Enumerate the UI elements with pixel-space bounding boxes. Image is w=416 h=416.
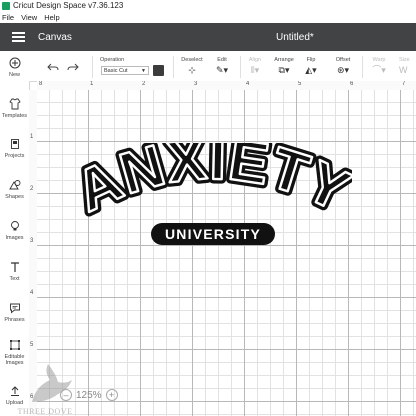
zoom-control: – 125% + (60, 389, 118, 401)
zoom-in-button[interactable]: + (105, 389, 118, 401)
ruler-number: 3 (194, 81, 198, 87)
sidebar-item-templates[interactable]: Templates (0, 98, 29, 119)
redo-icon (66, 62, 80, 74)
app-header: Canvas Untitled* (0, 23, 416, 51)
undo-button[interactable] (46, 58, 60, 74)
ruler-number: 4 (30, 290, 34, 296)
lightbulb-icon (0, 220, 29, 233)
ruler-number: 8 (39, 81, 43, 87)
edit-label: Edit (217, 57, 227, 63)
menu-file[interactable]: File (2, 12, 14, 23)
text-icon (0, 261, 29, 274)
chevron-down-icon: ▼ (141, 68, 146, 74)
offset-button[interactable]: Offset ⊛▾ (330, 51, 356, 75)
align-icon: ⫴▾ (250, 65, 260, 75)
toolbar-divider (240, 56, 241, 78)
projects-icon (0, 138, 29, 151)
window-title: Cricut Design Space v7.36.123 (13, 1, 124, 10)
sidebar-item-label: Shapes (5, 194, 24, 200)
ruler-number: 5 (298, 81, 302, 87)
flip-button[interactable]: Flip ◭▾ (300, 51, 322, 75)
edit-button[interactable]: Edit ✎▾ (210, 51, 234, 75)
ruler-number: 3 (30, 238, 34, 244)
undo-icon (46, 62, 60, 74)
ruler-number: 5 (30, 342, 34, 348)
design-artwork[interactable]: ANXIETY ANXIETY UNIVERSITY (74, 143, 352, 253)
toolbar-divider (362, 56, 363, 78)
warp-label: Warp (372, 57, 386, 63)
sidebar-item-images[interactable]: Images (0, 220, 29, 241)
ruler-number: 2 (30, 186, 34, 192)
menu-bar: File View Help (0, 12, 416, 23)
speech-bubble-icon (0, 302, 29, 315)
operation-select[interactable]: Basic Cut ▼ (101, 66, 149, 75)
arrange-label: Arrange (274, 57, 294, 63)
ruler-number: 6 (350, 81, 354, 87)
menu-help[interactable]: Help (44, 12, 59, 23)
ruler-number: 7 (402, 81, 406, 87)
watermark-text: THREE DOVE (17, 407, 73, 416)
design-canvas[interactable] (37, 90, 416, 416)
offset-icon: ⊛▾ (336, 65, 350, 75)
sidebar-item-phrases[interactable]: Phrases (0, 302, 29, 323)
color-swatch[interactable] (153, 65, 164, 76)
headline-text: ANXIETY (74, 143, 352, 224)
offset-label: Offset (335, 57, 351, 63)
menu-view[interactable]: View (21, 12, 37, 23)
operation-value: Basic Cut (104, 68, 128, 74)
sidebar-item-projects[interactable]: Projects (0, 138, 29, 159)
align-label: Align (248, 57, 262, 63)
deselect-label: Deselect (181, 57, 203, 63)
warp-icon: ⌒▾ (372, 65, 386, 75)
flip-label: Flip (306, 57, 316, 63)
sidebar-item-label: Templates (1, 113, 28, 119)
warp-button[interactable]: Warp ⌒▾ (368, 51, 390, 75)
pencil-icon: ✎▾ (215, 65, 229, 75)
section-title: Canvas (38, 31, 72, 43)
sidebar-item-new[interactable]: New (0, 57, 29, 78)
redo-button[interactable] (66, 58, 80, 74)
sidebar-item-label: Images (5, 235, 24, 241)
ruler-number: 1 (30, 134, 34, 140)
sidebar-item-text[interactable]: Text (0, 261, 29, 282)
sidebar-item-label: New (8, 72, 20, 78)
sidebar-item-label: Phrases (4, 317, 25, 323)
sidebar-item-label: Projects (4, 153, 25, 159)
align-button[interactable]: Align ⫴▾ (244, 51, 266, 75)
ruler-number: 4 (246, 81, 250, 87)
toolbar-divider (92, 56, 93, 78)
size-label: Size (399, 57, 410, 63)
deselect-icon: ⊹ (188, 65, 196, 75)
ruler-number: 1 (90, 81, 94, 87)
zoom-level: 125% (76, 389, 102, 401)
hamburger-menu-icon[interactable] (0, 23, 36, 51)
sidebar-item-shapes[interactable]: Shapes (0, 179, 29, 200)
plus-icon (0, 57, 29, 70)
sidebar-item-label: Text (9, 276, 20, 282)
subline-text: UNIVERSITY (165, 226, 261, 242)
ruler-number: 2 (142, 81, 146, 87)
operation-label: Operation (100, 57, 125, 63)
toolbar-divider (173, 56, 174, 78)
size-icon: W (399, 65, 408, 75)
zoom-out-button[interactable]: – (60, 389, 72, 401)
size-control[interactable]: Size W (399, 51, 416, 75)
deselect-button[interactable]: Deselect ⊹ (178, 51, 206, 75)
title-bar: Cricut Design Space v7.36.123 (0, 0, 416, 12)
flip-icon: ◭▾ (305, 65, 317, 75)
arrange-button[interactable]: Arrange ⧉▾ (270, 51, 298, 75)
shirt-icon (0, 98, 29, 111)
arrange-icon: ⧉▾ (278, 65, 290, 75)
editable-image-icon (0, 339, 29, 352)
shapes-icon (0, 179, 29, 192)
document-title: Untitled* (276, 31, 314, 43)
app-logo-icon (2, 2, 10, 10)
